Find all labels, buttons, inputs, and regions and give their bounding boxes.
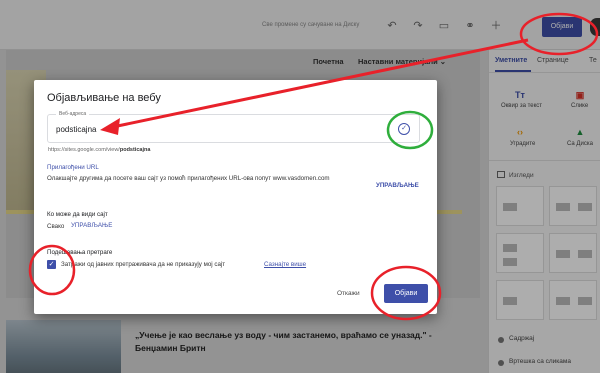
- learn-more-link[interactable]: Сазнајте више: [264, 261, 306, 268]
- web-address-label: Веб-адреса: [56, 111, 90, 117]
- custom-url-title[interactable]: Прилагођени URL: [47, 164, 99, 171]
- manage-sharing-link[interactable]: УПРАВЉАЊЕ: [71, 222, 112, 229]
- custom-url-description: Олакшајте другима да посете ваш сајт уз …: [47, 175, 330, 182]
- publish-dialog: Објављивање на вебу Веб-адреса podsticaj…: [34, 80, 437, 314]
- manage-custom-url-link[interactable]: УПРАВЉАЊЕ: [376, 182, 419, 189]
- dialog-title: Објављивање на вебу: [47, 92, 161, 104]
- who-can-view-value: Свако: [47, 223, 65, 230]
- site-url-preview: https://sites.google.com/view/podsticajn…: [48, 147, 151, 153]
- hide-from-search-label[interactable]: Затражи од јавних претраживача да не при…: [61, 261, 225, 268]
- web-address-field[interactable]: Веб-адреса podsticajna ✓: [47, 111, 420, 143]
- hide-from-search-checkbox[interactable]: ✓: [47, 260, 56, 269]
- cancel-button[interactable]: Откажи: [337, 290, 360, 297]
- check-icon: ✓: [398, 123, 410, 135]
- web-address-input[interactable]: podsticajna: [56, 125, 96, 134]
- search-settings-title: Подешавања претраге: [47, 249, 113, 256]
- publish-button[interactable]: Објави: [384, 284, 428, 303]
- who-can-view-title: Ко може да види сајт: [47, 211, 108, 218]
